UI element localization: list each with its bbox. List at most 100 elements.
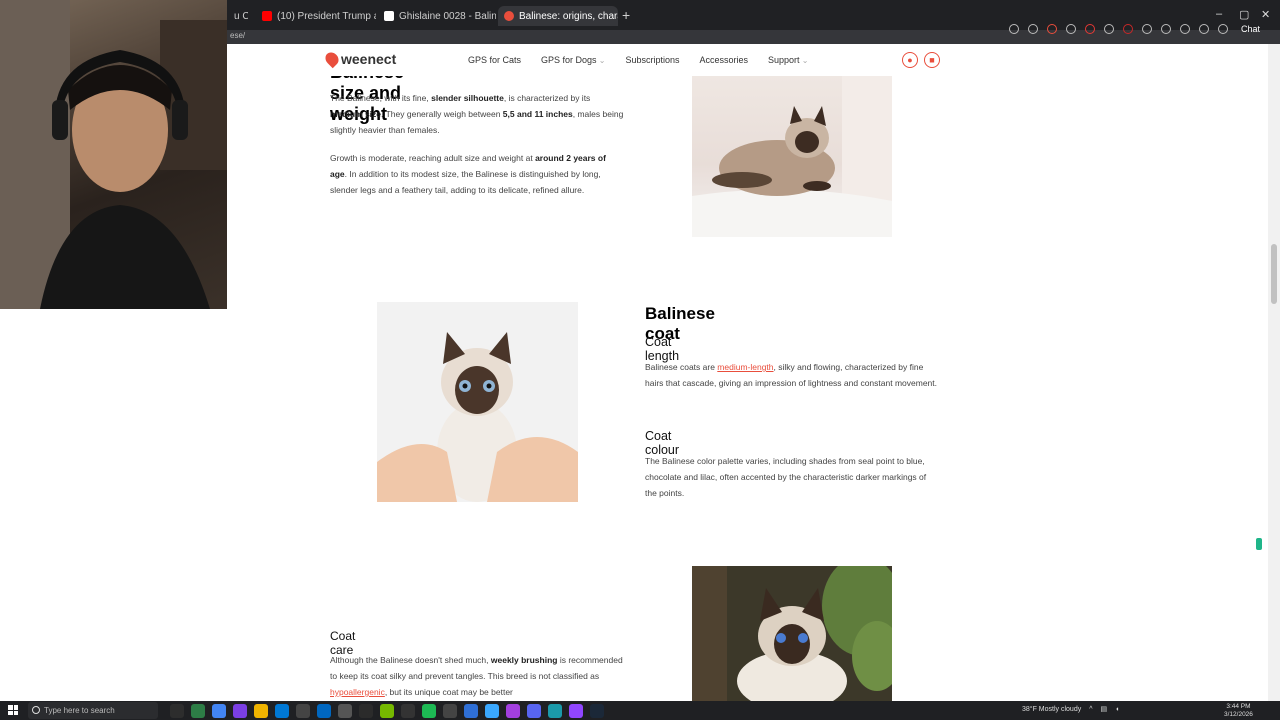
sidebar-icon[interactable]: [1179, 24, 1190, 34]
app-icon[interactable]: [422, 704, 436, 718]
app-icon[interactable]: [506, 704, 520, 718]
discord-icon[interactable]: [527, 704, 541, 718]
feedback-widget-icon[interactable]: [1256, 538, 1262, 550]
weenect-favicon-icon: [504, 11, 514, 21]
hypoallergenic-link[interactable]: hypoallergenic: [330, 687, 385, 697]
scrollbar-thumb[interactable]: [1271, 244, 1277, 304]
taskbar-apps: [170, 704, 604, 718]
cat-photo-sofa: [692, 76, 892, 237]
main-nav: GPS for Cats GPS for Dogs Subscriptions …: [468, 55, 809, 65]
chrome-icon[interactable]: [212, 704, 226, 718]
siamese-kitten-image: [377, 302, 578, 502]
search-placeholder: Type here to search: [44, 706, 115, 715]
bookmark-star-icon[interactable]: [1027, 24, 1038, 34]
text: . In addition to its modest size, the Ba…: [330, 169, 601, 195]
weenect-logo[interactable]: weenect: [322, 49, 397, 69]
network-icon[interactable]: ▤: [1101, 705, 1108, 713]
balinese-cat-image: [692, 76, 892, 237]
app-icon[interactable]: [338, 704, 352, 718]
steam-icon[interactable]: [590, 704, 604, 718]
app-icon[interactable]: [296, 704, 310, 718]
maximize-icon[interactable]: ▢: [1239, 8, 1249, 21]
app-icon[interactable]: [233, 704, 247, 718]
tab-label: Balinese: origins, character, health: [519, 10, 618, 22]
app-icon[interactable]: [548, 704, 562, 718]
volume-icon[interactable]: ◖: [1115, 706, 1119, 713]
store-icon[interactable]: [317, 704, 331, 718]
browser-tab-active[interactable]: Balinese: origins, character, health ✕: [498, 6, 618, 26]
bold-text: 5,5 and 11 inches: [502, 109, 573, 119]
tab-label: u Cart: [234, 10, 248, 22]
bold-text: weekly brushing: [490, 655, 558, 665]
account-icon[interactable]: ●: [902, 52, 918, 68]
text: , is characterized by its: [503, 93, 591, 103]
siamese-cat-image: [692, 566, 892, 701]
close-window-icon[interactable]: ✕: [1261, 8, 1270, 21]
text: The Balinese, with its fine,: [330, 93, 432, 103]
extension-icon[interactable]: [1084, 24, 1095, 34]
taskbar-search[interactable]: Type here to search: [28, 702, 158, 719]
twitch-icon[interactable]: [569, 704, 583, 718]
browser-tab[interactable]: (10) President Trump and the First ✕: [256, 6, 376, 26]
extension-icon[interactable]: [1122, 24, 1133, 34]
lens-icon[interactable]: [1008, 24, 1019, 34]
task-view-icon[interactable]: [170, 704, 184, 718]
tab-label: (10) President Trump and the First: [277, 10, 376, 22]
page-scrollbar[interactable]: [1268, 44, 1280, 701]
cat-photo-plants: [692, 566, 892, 701]
app-icon[interactable]: [464, 704, 478, 718]
windows-taskbar: Type here to search 38°F Mostly cloudy ^…: [0, 701, 1280, 720]
nav-subscriptions[interactable]: Subscriptions: [625, 55, 679, 65]
browser-tab[interactable]: u Cart: [228, 6, 248, 26]
nav-gps-dogs[interactable]: GPS for Dogs: [541, 55, 605, 65]
text: Growth is moderate, reaching adult size …: [330, 153, 536, 163]
new-tab-icon[interactable]: +: [622, 7, 630, 23]
extension-icon[interactable]: [1065, 24, 1076, 34]
coat-care-paragraph: Although the Balinese doesn't shed much,…: [330, 652, 630, 700]
profile-avatar-icon[interactable]: [1198, 24, 1209, 34]
logo-text: weenect: [341, 51, 397, 67]
browser-tab[interactable]: Ghislaine 0028 - Balinese cat - Wi ✕: [378, 6, 496, 26]
tray-chevron-icon[interactable]: ^: [1089, 706, 1092, 713]
nav-support[interactable]: Support: [768, 55, 808, 65]
tab-label: Ghislaine 0028 - Balinese cat - Wi: [399, 10, 496, 22]
bold-text: medium size: [330, 109, 382, 119]
nav-accessories[interactable]: Accessories: [700, 55, 749, 65]
clock-time: 3:44 PM: [1226, 703, 1251, 710]
coat-length-paragraph: Balinese coats are medium-length, silky …: [645, 359, 940, 391]
site-header: weenect GPS for Cats GPS for Dogs Subscr…: [227, 44, 1268, 76]
edge-icon[interactable]: [275, 704, 289, 718]
coat-colour-paragraph: The Balinese color palette varies, inclu…: [645, 456, 927, 498]
location-pin-icon: [322, 49, 342, 69]
nav-gps-cats[interactable]: GPS for Cats: [468, 55, 521, 65]
search-icon: [32, 706, 40, 714]
webcam-overlay: [0, 0, 227, 309]
settings-icon[interactable]: [1160, 24, 1171, 34]
app-icon[interactable]: [359, 704, 373, 718]
file-explorer-icon[interactable]: [254, 704, 268, 718]
streamer-webcam-image: [0, 0, 227, 309]
github-icon[interactable]: [401, 704, 415, 718]
minimize-icon[interactable]: –: [1216, 8, 1222, 20]
extension-icon[interactable]: [1103, 24, 1114, 34]
youtube-icon: [262, 11, 272, 21]
url-text[interactable]: ese/: [230, 31, 245, 40]
app-icon[interactable]: [443, 704, 457, 718]
extensions-puzzle-icon[interactable]: [1141, 24, 1152, 34]
extension-icon[interactable]: [1046, 24, 1057, 34]
weather-widget[interactable]: 38°F Mostly cloudy: [1022, 706, 1081, 713]
size-paragraph-2: Growth is moderate, reaching adult size …: [330, 150, 625, 198]
chat-button[interactable]: Chat: [1241, 24, 1260, 34]
wikipedia-icon: [384, 11, 394, 21]
cart-icon[interactable]: ■: [924, 52, 940, 68]
menu-icon[interactable]: [1217, 24, 1228, 34]
taskbar-clock[interactable]: 3:44 PM 3/12/2026: [1224, 703, 1253, 719]
text: Balinese coats are: [645, 362, 718, 372]
app-icon[interactable]: [191, 704, 205, 718]
browser-toolbar: Chat: [1008, 24, 1260, 34]
medium-length-link[interactable]: medium-length: [717, 362, 773, 372]
app-icon[interactable]: [485, 704, 499, 718]
windows-start-icon[interactable]: [8, 705, 18, 715]
nvidia-icon[interactable]: [380, 704, 394, 718]
text: . They generally weigh between: [381, 109, 503, 119]
